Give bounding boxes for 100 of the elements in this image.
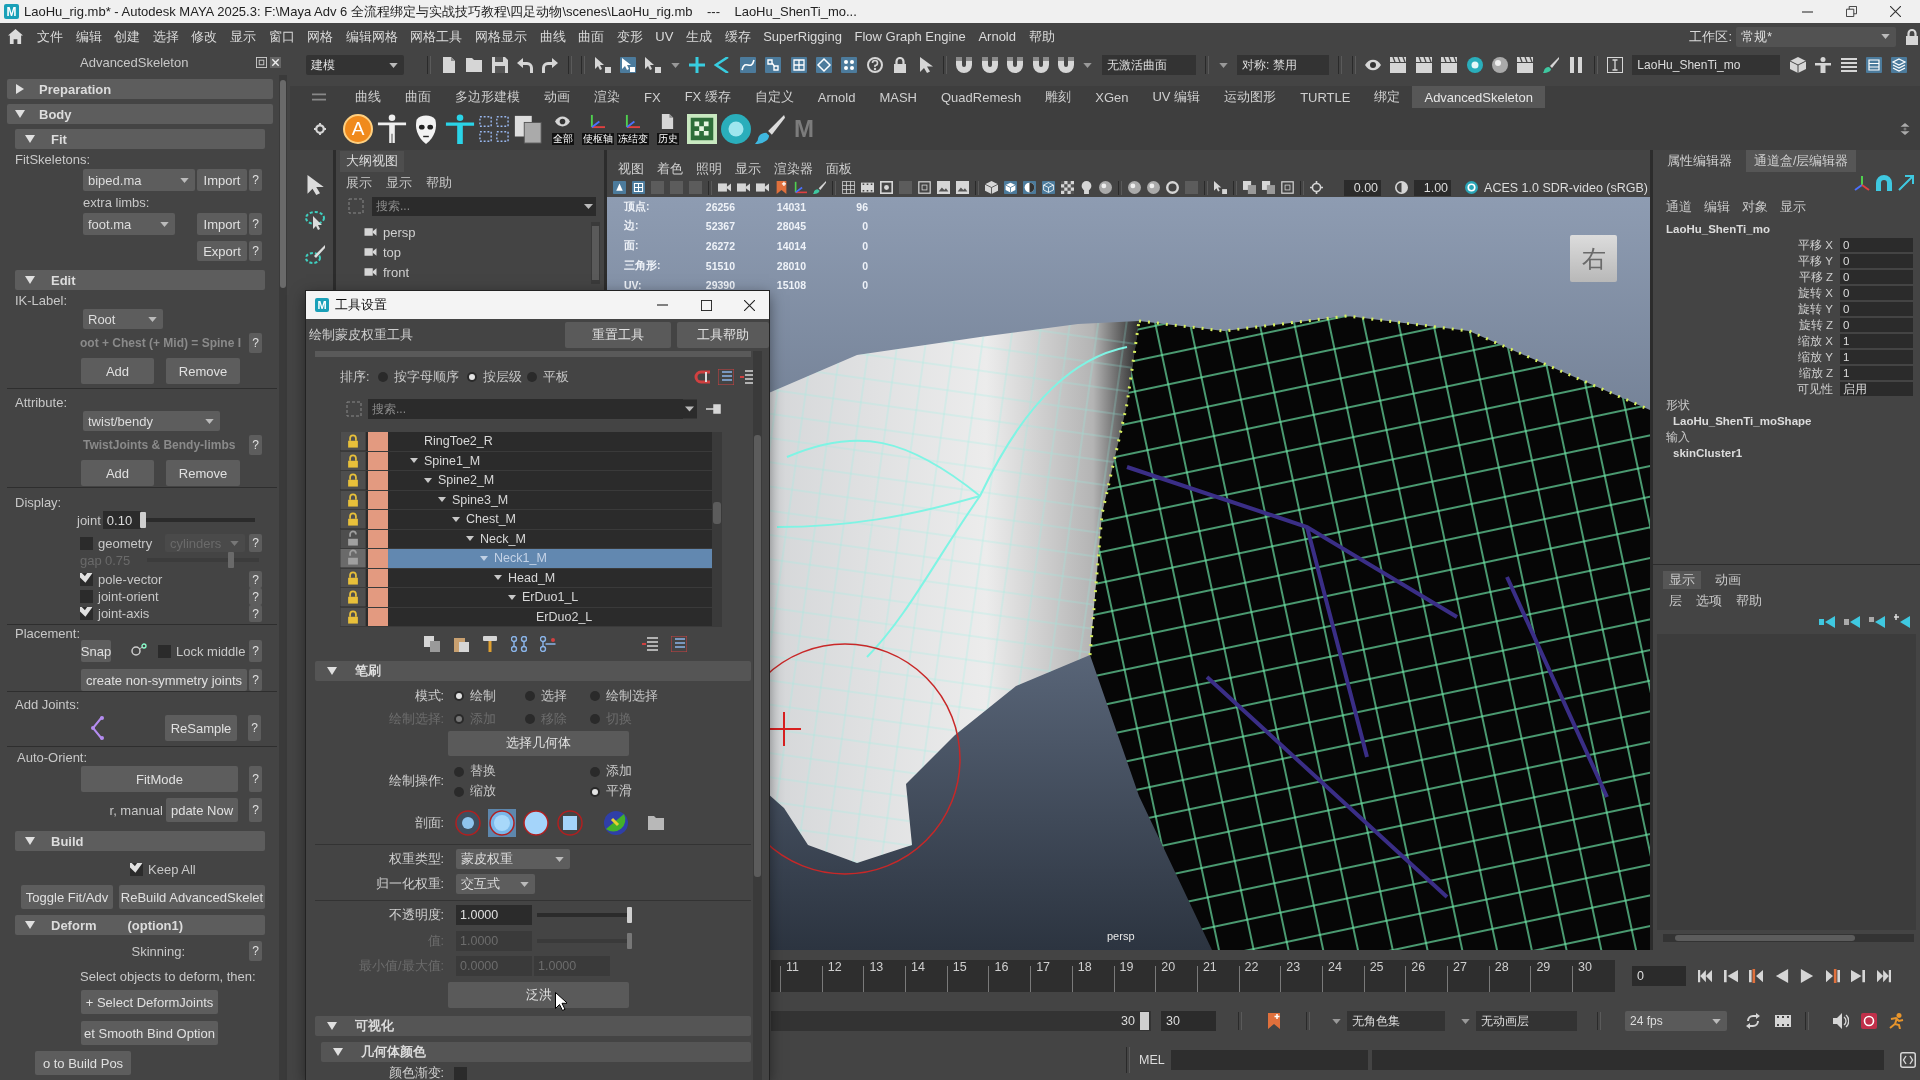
channel-label[interactable]: 平移 Y: [1653, 253, 1833, 269]
attribute-dropdown[interactable]: twist/bendy: [83, 411, 220, 431]
menu-item[interactable]: UV: [655, 29, 674, 44]
hammer-icon[interactable]: [482, 636, 498, 652]
influence-item[interactable]: Spine2_M: [388, 471, 712, 490]
triangle-icon[interactable]: [452, 516, 460, 522]
image-icon[interactable]: [937, 181, 950, 194]
symmetry-field[interactable]: 对称: 禁用: [1236, 55, 1329, 75]
influence-item[interactable]: Head_M: [388, 568, 712, 587]
help-button[interactable]: ?: [249, 941, 262, 961]
live-surface-field[interactable]: 无激活曲面: [1101, 55, 1196, 75]
slider-thumb[interactable]: [139, 512, 146, 528]
channel-label[interactable]: 旋转 Y: [1653, 301, 1833, 317]
fitmode-button[interactable]: FitMode: [81, 766, 238, 792]
gamma-field[interactable]: 1.00: [1414, 179, 1452, 196]
influence-item[interactable]: ErDuo1_L: [388, 588, 712, 607]
undo-icon[interactable]: [516, 57, 533, 73]
shelf-tab[interactable]: TURTLE: [1288, 86, 1363, 108]
import-button[interactable]: Import: [197, 169, 247, 191]
ball-icon[interactable]: [1128, 181, 1141, 194]
joint-chain-icon[interactable]: [540, 636, 556, 652]
next-key-icon[interactable]: [1825, 969, 1840, 983]
axes-icon[interactable]: [1854, 175, 1870, 191]
panel-tab[interactable]: 通道盒/层编辑器: [1746, 150, 1857, 172]
menu-item[interactable]: 帮助: [426, 174, 452, 192]
clapperboard-icon[interactable]: [1441, 57, 1458, 73]
channel-field[interactable]: 0: [1840, 318, 1913, 332]
figure-icon[interactable]: [445, 114, 475, 144]
grid-icon[interactable]: [842, 181, 855, 194]
section-header[interactable]: 可视化: [315, 1016, 751, 1036]
linked-squares-icon[interactable]: [765, 57, 782, 73]
shelf-button[interactable]: 全部: [547, 113, 578, 145]
character-set-field[interactable]: 无角色集: [1347, 1011, 1445, 1031]
triangle-icon[interactable]: [494, 575, 502, 581]
home-icon[interactable]: [8, 29, 23, 44]
add-button[interactable]: Add: [81, 460, 154, 486]
help-button[interactable]: ?: [249, 669, 262, 691]
arrow-icon[interactable]: [1819, 614, 1835, 630]
menu-item[interactable]: 对象: [1742, 198, 1768, 216]
scrollbar[interactable]: [1663, 934, 1914, 942]
help-button[interactable]: ?: [249, 640, 262, 662]
frame-icon[interactable]: [880, 181, 893, 194]
paint-brush-icon[interactable]: [304, 245, 325, 265]
triangle-icon[interactable]: [410, 458, 418, 464]
panel-icon[interactable]: [1865, 57, 1882, 73]
magnet-icon[interactable]: [1032, 57, 1049, 73]
checkbox[interactable]: [130, 862, 143, 876]
radio-option[interactable]: 绘制: [454, 687, 525, 705]
figure-icon[interactable]: [377, 114, 407, 144]
caret-icon[interactable]: [1218, 62, 1228, 68]
shelf-button[interactable]: 冻结变: [617, 113, 648, 145]
brush-icon[interactable]: [1542, 57, 1559, 73]
influence-item[interactable]: Spine1_M: [388, 451, 712, 470]
import-button[interactable]: Import: [197, 213, 247, 235]
nested-square-icon[interactable]: [256, 57, 267, 68]
magnet-icon[interactable]: [694, 369, 710, 385]
select-geometry-button[interactable]: 选择几何体: [448, 731, 629, 756]
menu-item[interactable]: 编辑: [1704, 198, 1730, 216]
minimize-icon[interactable]: [1802, 10, 1813, 13]
menu-item[interactable]: 显示: [229, 27, 256, 46]
frame-icon[interactable]: [1281, 181, 1294, 194]
speaker-icon[interactable]: [1833, 1013, 1849, 1029]
checkbox[interactable]: [80, 573, 93, 586]
shelf-tab[interactable]: 曲面: [393, 86, 443, 108]
menu-item[interactable]: 网格: [307, 27, 334, 46]
checkbox[interactable]: [80, 590, 93, 603]
section-header[interactable]: Deform (option1): [15, 915, 265, 935]
chevron-icon[interactable]: [714, 57, 731, 73]
triangle-icon[interactable]: [438, 497, 446, 503]
flood-button[interactable]: 泛洪: [448, 982, 629, 1008]
channel-field[interactable]: 0: [1840, 238, 1913, 252]
channel-field[interactable]: 启用: [1840, 382, 1913, 396]
bookmark-icon[interactable]: [1266, 1013, 1282, 1029]
panel-tab[interactable]: 属性编辑器: [1659, 150, 1740, 172]
menu-item[interactable]: SuperRigging: [763, 29, 842, 44]
section-header[interactable]: Build: [15, 831, 265, 851]
channel-field[interactable]: 0: [1840, 270, 1913, 284]
ring-icon[interactable]: [1166, 181, 1179, 194]
caret-icon[interactable]: [1083, 62, 1093, 68]
menu-item[interactable]: 编辑网格: [345, 27, 398, 46]
diamond-icon[interactable]: [816, 57, 833, 73]
triangle-tile-icon[interactable]: [613, 181, 626, 194]
radio-option[interactable]: 按字母顺序: [378, 368, 468, 386]
list-icon[interactable]: [718, 369, 734, 385]
light-bulb-icon[interactable]: [1080, 181, 1093, 194]
panel-tab[interactable]: 动画: [1709, 571, 1747, 589]
joint-chain-icon[interactable]: [511, 636, 527, 652]
lock-icon[interactable]: [1904, 28, 1920, 45]
section-header[interactable]: 几何体颜色: [321, 1042, 751, 1062]
remove-button[interactable]: Remove: [166, 358, 240, 384]
cursor-icon[interactable]: [619, 57, 636, 73]
shelf-tab[interactable]: 运动图形: [1212, 86, 1289, 108]
help-button[interactable]: ?: [249, 333, 262, 353]
diagonal-arrow-icon[interactable]: [1898, 175, 1914, 191]
double-circle-icon[interactable]: [488, 809, 516, 837]
restore-icon[interactable]: [1846, 6, 1857, 17]
lock-icon[interactable]: [340, 588, 366, 607]
help-button[interactable]: ?: [248, 715, 261, 741]
film-icon[interactable]: [861, 181, 874, 194]
joint-link-icon[interactable]: [131, 643, 147, 659]
